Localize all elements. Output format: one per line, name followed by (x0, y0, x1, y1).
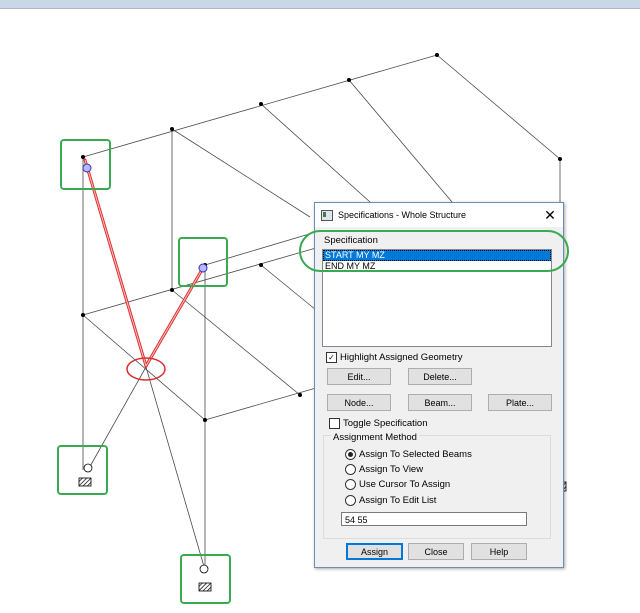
close-icon[interactable]: ✕ (541, 206, 559, 224)
node-button[interactable]: Node... (327, 394, 391, 411)
beam[interactable] (204, 231, 317, 266)
app-icon (321, 210, 333, 221)
annotation-box (178, 237, 228, 287)
edit-list-input[interactable]: 54 55 (341, 512, 527, 526)
beam[interactable] (171, 289, 301, 396)
specifications-dialog: Specifications - Whole Structure ✕ Speci… (314, 202, 564, 568)
beam[interactable] (171, 128, 311, 218)
beam[interactable] (260, 103, 371, 203)
help-button[interactable]: Help (471, 543, 527, 560)
node[interactable] (170, 127, 174, 131)
bracing[interactable] (145, 366, 206, 571)
highlight-geometry-label: Highlight Assigned Geometry (340, 352, 463, 363)
use-cursor-radio[interactable] (345, 479, 356, 490)
release-marker (82, 163, 92, 173)
annotation-box (180, 554, 231, 604)
node[interactable] (170, 288, 174, 292)
beam[interactable] (82, 54, 438, 158)
assign-button[interactable]: Assign (346, 543, 403, 560)
beam-button[interactable]: Beam... (408, 394, 472, 411)
support-icon (78, 463, 93, 487)
edit-button[interactable]: Edit... (327, 368, 391, 385)
beam[interactable] (436, 54, 561, 160)
node[interactable] (81, 313, 85, 317)
list-item[interactable]: END MY MZ (323, 261, 551, 272)
beam[interactable] (348, 79, 453, 203)
use-cursor-label: Use Cursor To Assign (359, 479, 451, 490)
close-button[interactable]: Close (408, 543, 464, 560)
plate-button[interactable]: Plate... (488, 394, 552, 411)
annotation-box (57, 445, 108, 495)
node[interactable] (298, 393, 302, 397)
dialog-titlebar[interactable]: Specifications - Whole Structure ✕ (315, 203, 563, 227)
node[interactable] (259, 263, 263, 267)
node[interactable] (203, 418, 207, 422)
specification-label: Specification (324, 235, 378, 246)
bracing[interactable] (87, 366, 147, 471)
beam[interactable] (82, 314, 206, 421)
specification-list[interactable]: START MY MZ END MY MZ (322, 249, 552, 347)
node[interactable] (558, 157, 562, 161)
node[interactable] (347, 78, 351, 82)
assign-edit-list-radio[interactable] (345, 495, 356, 506)
support-icon (198, 564, 212, 592)
assign-view-radio[interactable] (345, 464, 356, 475)
node[interactable] (435, 53, 439, 57)
delete-button[interactable]: Delete... (408, 368, 472, 385)
highlight-geometry-checkbox[interactable]: ✓ (326, 352, 337, 363)
assign-view-label: Assign To View (359, 464, 424, 475)
toggle-specification-label: Toggle Specification (343, 418, 428, 429)
assign-selected-beams-radio[interactable] (345, 449, 356, 460)
beam[interactable] (204, 387, 317, 421)
release-marker (198, 263, 208, 273)
node[interactable] (259, 102, 263, 106)
assign-edit-list-label: Assign To Edit List (359, 495, 437, 506)
beam[interactable] (260, 264, 317, 311)
assign-selected-beams-label: Assign To Selected Beams (359, 449, 472, 460)
node[interactable] (81, 155, 85, 159)
toggle-specification-checkbox[interactable] (329, 418, 340, 429)
assignment-method-label: Assignment Method (331, 432, 419, 443)
dialog-title: Specifications - Whole Structure (338, 210, 467, 220)
list-item[interactable]: START MY MZ (323, 250, 551, 261)
